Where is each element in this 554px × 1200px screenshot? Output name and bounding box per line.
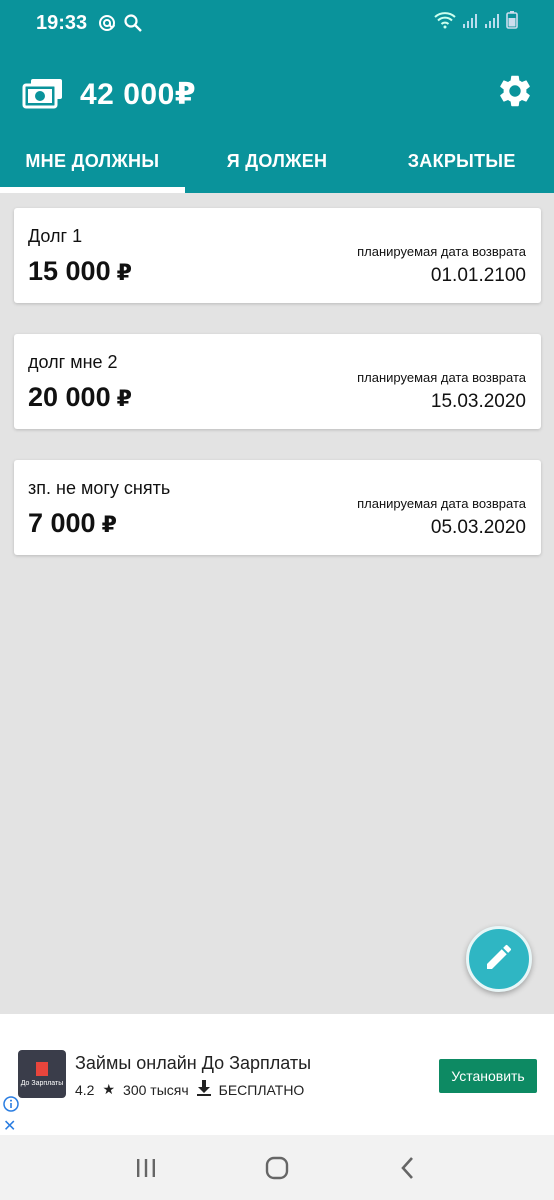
debt-title: зп. не могу снять bbox=[28, 478, 171, 498]
debt-card[interactable]: долг мне 2 20 000 ₽ планируемая дата возв… bbox=[14, 334, 541, 429]
status-time: 19:33 bbox=[36, 11, 88, 34]
return-date-caption: планируемая дата возврата bbox=[357, 244, 526, 259]
ad-info-icon[interactable] bbox=[3, 1096, 19, 1112]
pencil-icon bbox=[483, 941, 515, 978]
tab-i-owe[interactable]: Я ДОЛЖЕН bbox=[185, 138, 370, 193]
tab-label: ЗАКРЫТЫЕ bbox=[407, 151, 516, 171]
currency-sign: ₽ bbox=[116, 260, 132, 285]
ad-price: БЕСПЛАТНО bbox=[218, 1081, 305, 1098]
currency-sign: ₽ bbox=[101, 512, 117, 537]
tab-owed-to-me[interactable]: МНЕ ДОЛЖНЫ bbox=[0, 138, 185, 193]
return-date: 01.01.2100 bbox=[430, 265, 526, 286]
recent-apps-icon[interactable] bbox=[131, 1153, 161, 1183]
debt-card[interactable]: зп. не могу снять 7 000 ₽ планируемая дат… bbox=[14, 460, 541, 555]
status-bar: 19:33 bbox=[0, 0, 554, 46]
debt-amount: 20 000 ₽ bbox=[28, 382, 132, 413]
tab-label: МНЕ ДОЛЖНЫ bbox=[25, 151, 160, 171]
at-icon bbox=[97, 13, 117, 33]
ad-app-logo: До Зарплаты bbox=[18, 1050, 66, 1098]
back-icon[interactable] bbox=[393, 1153, 423, 1183]
tab-bar: МНЕ ДОЛЖНЫ Я ДОЛЖЕН ЗАКРЫТЫЕ bbox=[0, 138, 554, 193]
ad-meta: 4.2 ★ 300 тысяч БЕСПЛАТНО bbox=[75, 1080, 312, 1099]
ad-title: Займы онлайн До Зарплаты bbox=[75, 1053, 312, 1073]
return-date: 05.03.2020 bbox=[430, 517, 526, 538]
debt-amount: 15 000 ₽ bbox=[28, 256, 132, 287]
tab-closed[interactable]: ЗАКРЫТЫЕ bbox=[369, 138, 554, 193]
settings-gear-icon[interactable] bbox=[496, 72, 534, 110]
tab-label: Я ДОЛЖЕН bbox=[226, 151, 328, 171]
battery-icon bbox=[506, 11, 518, 35]
balance-row: 42 000₽ bbox=[22, 70, 196, 118]
money-icon bbox=[22, 77, 64, 111]
debt-amount-value: 20 000 bbox=[28, 382, 111, 412]
ad-downloads: 300 тысяч bbox=[123, 1081, 189, 1098]
ad-banner[interactable]: До Зарплаты Займы онлайн До Зарплаты 4.2… bbox=[0, 1014, 554, 1135]
install-button[interactable]: Установить bbox=[439, 1059, 537, 1093]
debt-amount-value: 15 000 bbox=[28, 256, 111, 286]
return-date-caption: планируемая дата возврата bbox=[357, 496, 526, 511]
debt-amount-value: 7 000 bbox=[28, 508, 96, 538]
currency-sign: ₽ bbox=[116, 386, 132, 411]
ad-logo-text: До Зарплаты bbox=[20, 1079, 64, 1087]
status-right-icons bbox=[434, 11, 518, 35]
debt-title: долг мне 2 bbox=[28, 352, 118, 372]
debt-card[interactable]: Долг 1 15 000 ₽ планируемая дата возврата… bbox=[14, 208, 541, 303]
ad-close-icon[interactable]: ✕ bbox=[3, 1116, 16, 1136]
app-header: 19:33 42 000₽ МНЕ ДОЛЖНЫ Я ДОЛЖЕН ЗАКРЫТ… bbox=[0, 0, 554, 193]
home-icon[interactable] bbox=[262, 1153, 292, 1183]
app-root: 19:33 42 000₽ МНЕ ДОЛЖНЫ Я ДОЛЖЕН ЗАКРЫТ… bbox=[0, 0, 554, 1200]
return-date: 15.03.2020 bbox=[430, 391, 526, 412]
return-date-caption: планируемая дата возврата bbox=[357, 370, 526, 385]
add-debt-fab-button[interactable] bbox=[466, 926, 532, 992]
download-icon bbox=[196, 1080, 211, 1099]
balance-amount: 42 000₽ bbox=[80, 77, 197, 111]
star-icon: ★ bbox=[102, 1081, 116, 1097]
debt-amount: 7 000 ₽ bbox=[28, 508, 117, 539]
signal-icon bbox=[462, 12, 478, 35]
search-icon bbox=[123, 13, 143, 33]
signal-icon-2 bbox=[484, 12, 500, 35]
system-nav-bar bbox=[0, 1135, 554, 1200]
wifi-icon bbox=[434, 11, 456, 35]
ad-logo-mark bbox=[36, 1061, 48, 1076]
debt-title: Долг 1 bbox=[28, 226, 83, 246]
debt-list: Долг 1 15 000 ₽ планируемая дата возврата… bbox=[14, 208, 541, 586]
ad-rating: 4.2 bbox=[75, 1081, 95, 1098]
